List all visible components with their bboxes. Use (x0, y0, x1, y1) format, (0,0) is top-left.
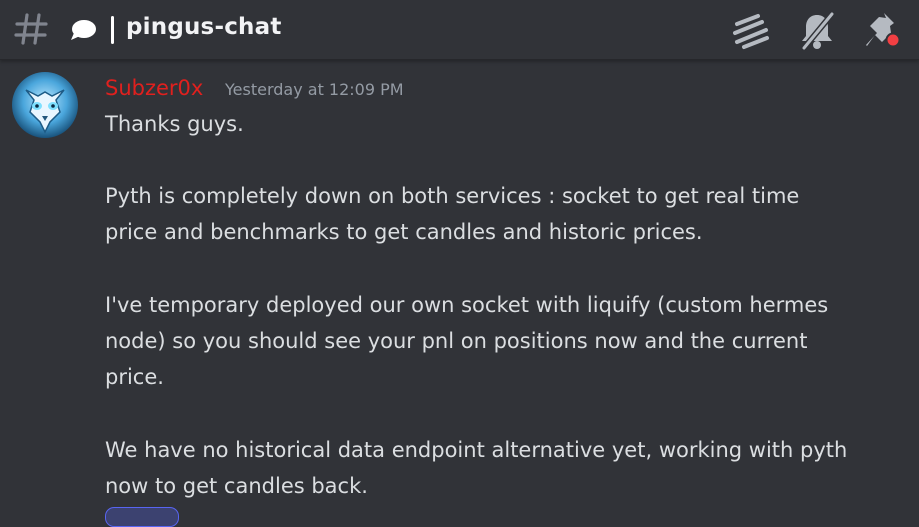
message-text-line: node) so you should see your pnl on posi… (105, 329, 808, 353)
message-timestamp: Yesterday at 12:09 PM (225, 80, 404, 99)
bell-muted-icon[interactable] (797, 11, 837, 51)
message-author[interactable]: Subzer0x (105, 76, 203, 100)
message-text-line: price and benchmarks to get candles and … (105, 220, 703, 244)
message-text-line: We have no historical data endpoint alte… (105, 438, 848, 462)
reaction-button[interactable] (105, 507, 179, 527)
channel-name: pingus-chat (126, 14, 282, 40)
channel-header: pingus-chat (0, 0, 919, 60)
message-text-line: Pyth is completely down on both services… (105, 184, 800, 208)
title-separator (111, 16, 114, 44)
avatar[interactable] (12, 72, 78, 138)
message-text-line: now to get candles back. (105, 474, 368, 498)
thread-bubble-icon (71, 20, 96, 40)
notification-dot (885, 32, 901, 48)
threads-icon[interactable] (731, 11, 771, 51)
message-text-line: price. (105, 365, 164, 389)
message-text-line: I've temporary deployed our own socket w… (105, 293, 829, 317)
message-text-line: Thanks guys. (105, 112, 244, 136)
pin-icon[interactable] (864, 11, 904, 51)
hash-icon (14, 13, 48, 45)
